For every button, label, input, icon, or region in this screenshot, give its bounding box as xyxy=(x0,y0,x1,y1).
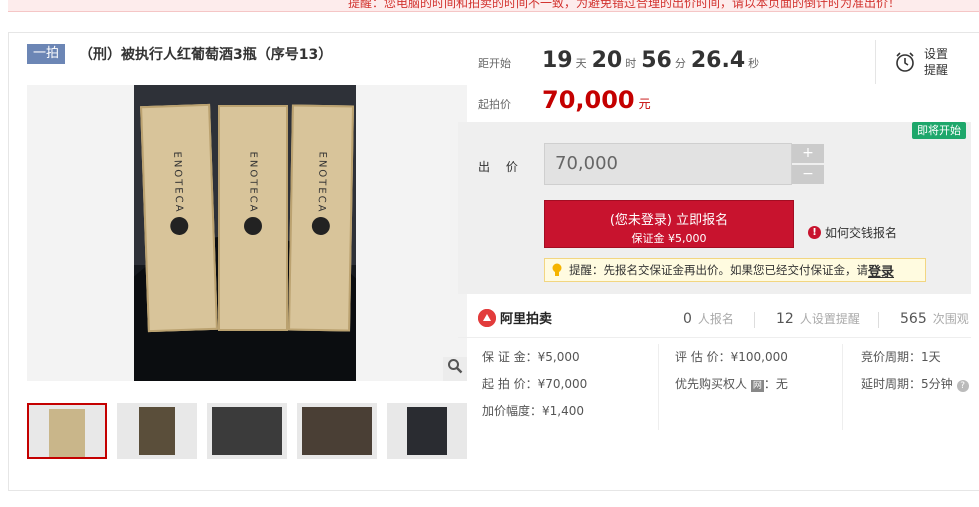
time-warning-text: 提醒：您电脑的时间和拍卖的时间不一致，为避免错过合理的出价时间，请以本页面的倒计… xyxy=(348,0,901,10)
auction-stats: 阿里拍卖 0 人报名 12 人设置提醒 565 次围观 xyxy=(458,294,971,338)
increase-bid-button[interactable]: + xyxy=(792,144,824,163)
auction-summary: 距开始 19 天 20 时 56 分 26.4 秒 起拍价 70,000 元 设… xyxy=(458,36,971,122)
ali-auction-logo-text: 阿里拍卖 xyxy=(500,312,553,327)
thumbnail-strip xyxy=(27,403,477,459)
reminder-count-value: 12 xyxy=(776,311,794,327)
appraisal-detail: 评 估 价：¥100,000 xyxy=(675,350,788,364)
title-row: 一拍 （刑）被执行人红葡萄酒3瓶（序号13） xyxy=(27,43,332,65)
auction-round-badge: 一拍 xyxy=(27,44,66,64)
view-count-value: 565 xyxy=(900,311,927,327)
priority-buyer-label: 优先购买权人 xyxy=(675,377,748,391)
auction-details: 保 证 金：¥5,000 起 拍 价：¥70,000 加价幅度：¥1,400 评… xyxy=(458,344,971,434)
thumbnail-3[interactable] xyxy=(207,403,287,459)
countdown-hours-unit: 时 xyxy=(625,57,637,70)
info-icon: ! xyxy=(808,226,821,239)
decrease-bid-button[interactable]: − xyxy=(792,165,824,184)
priority-buyer-detail: 优先购买权人 网：无 xyxy=(675,371,842,398)
wine-box-2-label: ENOTECA xyxy=(247,151,259,214)
countdown-hours: 20 xyxy=(591,48,623,73)
signup-button-label: (您未登录) 立即报名 xyxy=(609,213,729,228)
main-product-image[interactable]: ENOTECA ENOTECA ENOTECA xyxy=(27,85,467,381)
lightbulb-icon xyxy=(551,263,563,277)
thumbnail-5[interactable] xyxy=(387,403,467,459)
ali-auction-logo: 阿里拍卖 xyxy=(478,308,552,327)
start-price-detail: 起 拍 价：¥70,000 xyxy=(482,377,588,391)
bidding-period-detail: 竞价周期：1天 xyxy=(861,350,941,364)
signup-count: 0 人报名 xyxy=(683,310,734,327)
wine-boxes-photo: ENOTECA ENOTECA ENOTECA xyxy=(134,85,356,381)
wine-box-1: ENOTECA xyxy=(140,103,218,333)
alarm-clock-icon xyxy=(894,51,916,73)
details-column-2: 评 估 价：¥100,000 优先购买权人 网：无 xyxy=(658,344,842,430)
details-column-1: 保 证 金：¥5,000 起 拍 价：¥70,000 加价幅度：¥1,400 xyxy=(482,344,658,430)
signup-deposit-label: 保证金 ¥5,000 xyxy=(631,232,707,245)
increment-detail: 加价幅度：¥1,400 xyxy=(482,404,584,418)
countdown-seconds-unit: 秒 xyxy=(748,57,760,70)
countdown: 距开始 19 天 20 时 56 分 26.4 秒 xyxy=(478,48,764,73)
deposit-tip: 提醒：先报名交保证金再出价。如果您已经交付保证金，请 登录 xyxy=(544,258,926,282)
set-reminder-button[interactable]: 设置提醒 xyxy=(875,40,971,84)
start-price-label: 起拍价 xyxy=(478,98,511,111)
extension-period-detail: 延时周期：5分钟? xyxy=(861,371,971,398)
bid-label: 出 价 xyxy=(478,160,524,174)
page-title: （刑）被执行人红葡萄酒3瓶（序号13） xyxy=(79,47,333,63)
thumbnail-1[interactable] xyxy=(27,403,107,459)
how-to-pay-label: 如何交钱报名 xyxy=(825,226,898,240)
deposit-detail: 保 证 金：¥5,000 xyxy=(482,350,580,364)
priority-buyer-value: ：无 xyxy=(763,377,788,391)
bid-amount-input[interactable]: 70,000 xyxy=(544,143,792,185)
view-count-label: 次围观 xyxy=(932,312,969,326)
how-to-pay-link[interactable]: ! 如何交钱报名 xyxy=(808,224,897,241)
signup-count-value: 0 xyxy=(683,311,692,327)
countdown-days: 19 xyxy=(542,48,573,73)
countdown-days-unit: 天 xyxy=(575,57,587,70)
reminder-count-label: 人设置提醒 xyxy=(799,312,860,326)
ali-auction-logo-icon xyxy=(478,308,496,327)
reminder-count: 12 人设置提醒 xyxy=(776,310,860,327)
countdown-seconds: 26.4 xyxy=(690,48,746,73)
start-price: 起拍价 70,000 元 xyxy=(478,86,651,114)
signup-button[interactable]: (您未登录) 立即报名 保证金 ¥5,000 xyxy=(544,200,794,248)
thumbnail-2[interactable] xyxy=(117,403,197,459)
extension-period-text: 延时周期：5分钟 xyxy=(861,377,953,391)
start-price-unit: 元 xyxy=(638,97,651,111)
wine-box-3-label: ENOTECA xyxy=(315,151,328,214)
view-count: 565 次围观 xyxy=(900,310,969,327)
countdown-minutes-unit: 分 xyxy=(674,57,686,70)
login-link[interactable]: 登录 xyxy=(868,261,894,280)
time-warning-bar: 提醒：您电脑的时间和拍卖的时间不一致，为避免错过合理的出价时间，请以本页面的倒计… xyxy=(8,0,979,12)
wine-box-1-label: ENOTECA xyxy=(171,151,185,214)
details-column-3: 竞价周期：1天 延时周期：5分钟? xyxy=(842,344,971,430)
countdown-label: 距开始 xyxy=(478,57,511,70)
signup-count-label: 人报名 xyxy=(697,312,734,326)
status-badge: 即将开始 xyxy=(912,122,966,139)
thumbnail-4[interactable] xyxy=(297,403,377,459)
countdown-minutes: 56 xyxy=(641,48,672,73)
stats-divider xyxy=(878,312,879,328)
wine-box-3: ENOTECA xyxy=(288,104,354,332)
help-icon[interactable]: ? xyxy=(956,380,969,392)
stats-divider xyxy=(754,312,755,328)
deposit-tip-text: 提醒：先报名交保证金再出价。如果您已经交付保证金，请 xyxy=(569,263,868,277)
start-price-value: 70,000 xyxy=(542,86,635,114)
wine-box-2: ENOTECA xyxy=(218,105,288,331)
priority-buyer-tag: 网 xyxy=(750,380,764,392)
set-reminder-label: 设置提醒 xyxy=(924,47,949,77)
bid-panel: 即将开始 出 价 70,000 + − (您未登录) 立即报名 保证金 ¥5,0… xyxy=(458,122,971,294)
